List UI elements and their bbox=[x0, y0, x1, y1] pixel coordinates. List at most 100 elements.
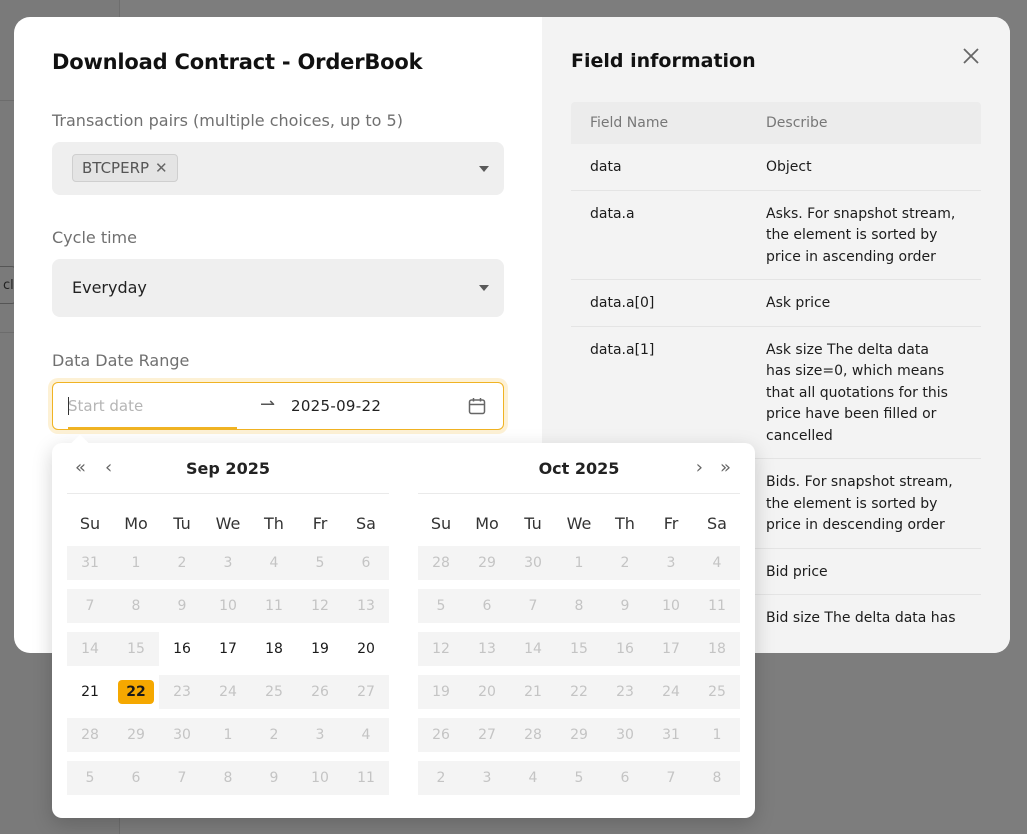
day-cell-disabled: 5 bbox=[574, 770, 584, 786]
close-icon[interactable] bbox=[962, 47, 980, 65]
week-row: 31 1 2 3 4 5 6 bbox=[67, 546, 389, 580]
weekday-label: Tu bbox=[173, 514, 191, 533]
day-cell-disabled: 10 bbox=[311, 770, 329, 786]
column-header-describe: Describe bbox=[766, 115, 828, 131]
next-month-icon[interactable]: › bbox=[696, 457, 703, 478]
day-cell-disabled: 3 bbox=[223, 555, 233, 571]
weekday-label: Mo bbox=[124, 514, 148, 533]
day-cell-disabled: 26 bbox=[311, 684, 329, 700]
day-cell-disabled: 19 bbox=[432, 684, 450, 700]
day-cell-disabled: 13 bbox=[478, 641, 496, 657]
weekday-label: Fr bbox=[312, 514, 328, 533]
day-cell-disabled: 3 bbox=[666, 555, 676, 571]
day-cell[interactable]: 18 bbox=[251, 632, 297, 666]
day-grid: 28 29 30 1 2 3 4 5 6 7 8 9 10 11 12 13 1… bbox=[418, 546, 740, 795]
field-name: data bbox=[590, 159, 622, 175]
day-cell[interactable]: 20 bbox=[343, 632, 389, 666]
week-row: 2 3 4 5 6 7 8 bbox=[418, 761, 740, 795]
day-cell-disabled: 25 bbox=[708, 684, 726, 700]
field-describe: Bid price bbox=[766, 563, 828, 580]
date-range-picker[interactable]: Start date ⇀ 2025-09-22 bbox=[52, 382, 504, 430]
day-cell-disabled: 18 bbox=[708, 641, 726, 657]
day-cell-disabled: 16 bbox=[616, 641, 634, 657]
cycle-label: Cycle time bbox=[52, 228, 137, 247]
weekday-label: Mo bbox=[475, 514, 499, 533]
weekday-label: Fr bbox=[663, 514, 679, 533]
day-cell-disabled: 27 bbox=[357, 684, 375, 700]
day-cell-disabled: 9 bbox=[177, 598, 187, 614]
day-cell-disabled: 24 bbox=[219, 684, 237, 700]
weekday-label: We bbox=[566, 514, 592, 533]
field-describe: Ask size The delta data has size=0, whic… bbox=[766, 341, 948, 444]
day-cell-disabled: 1 bbox=[574, 555, 584, 571]
field-describe: Ask price bbox=[766, 295, 831, 311]
pair-tag: BTCPERP ✕ bbox=[72, 154, 178, 182]
table-row: data Object bbox=[571, 144, 981, 191]
day-cell-disabled: 31 bbox=[662, 727, 680, 743]
month-header: « ‹ Sep 2025 bbox=[67, 443, 389, 494]
week-row: 12 13 14 15 16 17 18 bbox=[418, 632, 740, 666]
day-cell-disabled: 14 bbox=[81, 641, 99, 657]
pairs-select[interactable]: BTCPERP ✕ bbox=[52, 142, 504, 195]
column-header-field-name: Field Name bbox=[590, 115, 669, 131]
day-cell-disabled: 6 bbox=[482, 598, 492, 614]
day-cell-disabled: 7 bbox=[177, 770, 187, 786]
cycle-select[interactable]: Everyday bbox=[52, 259, 504, 317]
weekday-label: Sa bbox=[356, 514, 376, 533]
day-cell-disabled: 20 bbox=[478, 684, 496, 700]
pair-tag-label: BTCPERP bbox=[82, 159, 150, 177]
day-cell-disabled: 31 bbox=[81, 555, 99, 571]
range-arrow-icon: ⇀ bbox=[260, 394, 276, 415]
day-cell-disabled: 10 bbox=[219, 598, 237, 614]
day-cell-disabled: 7 bbox=[528, 598, 538, 614]
day-cell-disabled: 26 bbox=[432, 727, 450, 743]
day-cell-disabled: 27 bbox=[478, 727, 496, 743]
day-cell-disabled: 4 bbox=[712, 555, 722, 571]
day-cell[interactable]: 19 bbox=[297, 632, 343, 666]
field-describe: Bids. For snapshot stream, the element i… bbox=[766, 474, 953, 533]
day-cell-disabled: 17 bbox=[662, 641, 680, 657]
month-header: Oct 2025 › » bbox=[418, 443, 740, 494]
table-header: Field Name Describe bbox=[571, 102, 981, 144]
day-cell-disabled: 29 bbox=[478, 555, 496, 571]
next-year-icon[interactable]: » bbox=[720, 457, 731, 478]
day-cell[interactable]: 16 bbox=[159, 632, 205, 666]
day-cell-disabled: 30 bbox=[616, 727, 634, 743]
calendar-month-right: Oct 2025 › » Su Mo Tu We Th Fr Sa 28 29 … bbox=[418, 443, 740, 804]
weekday-label: Tu bbox=[524, 514, 542, 533]
day-cell-disabled: 5 bbox=[315, 555, 325, 571]
day-cell-disabled: 9 bbox=[269, 770, 279, 786]
day-cell-selected[interactable]: 22 bbox=[113, 675, 159, 709]
day-cell[interactable]: 21 bbox=[67, 675, 113, 709]
day-cell-disabled: 29 bbox=[127, 727, 145, 743]
table-row: data.a[0] Ask price bbox=[571, 280, 981, 327]
day-cell-disabled: 7 bbox=[666, 770, 676, 786]
calendar-icon[interactable] bbox=[467, 396, 487, 416]
end-date-input[interactable]: 2025-09-22 bbox=[291, 397, 381, 415]
field-describe: Object bbox=[766, 159, 812, 175]
week-row: 5 6 7 8 9 10 11 bbox=[418, 589, 740, 623]
field-name: data.a bbox=[590, 205, 635, 222]
week-row: 28 29 30 1 2 3 4 bbox=[67, 718, 389, 752]
week-row: 5 6 7 8 9 10 11 bbox=[67, 761, 389, 795]
day-cell-disabled: 23 bbox=[173, 684, 191, 700]
range-label: Data Date Range bbox=[52, 351, 190, 370]
start-date-input[interactable]: Start date bbox=[68, 397, 143, 415]
weekday-label: Sa bbox=[707, 514, 727, 533]
day-cell[interactable]: 17 bbox=[205, 632, 251, 666]
day-cell-disabled: 11 bbox=[708, 598, 726, 614]
day-cell-disabled: 29 bbox=[570, 727, 588, 743]
day-cell-disabled: 1 bbox=[223, 727, 233, 743]
day-cell-disabled: 8 bbox=[712, 770, 722, 786]
day-cell-disabled: 8 bbox=[131, 598, 141, 614]
day-cell-disabled: 2 bbox=[436, 770, 446, 786]
week-row: 7 8 9 10 11 12 13 bbox=[67, 589, 389, 623]
day-cell-disabled: 2 bbox=[177, 555, 187, 571]
week-row: 21 22 23 24 25 26 27 bbox=[67, 675, 389, 709]
day-cell-disabled: 8 bbox=[223, 770, 233, 786]
remove-tag-icon[interactable]: ✕ bbox=[155, 159, 168, 181]
weekday-row: Su Mo Tu We Th Fr Sa bbox=[67, 514, 389, 533]
day-cell-disabled: 4 bbox=[361, 727, 371, 743]
field-describe: Bid size The delta data has bbox=[766, 610, 956, 626]
day-cell-disabled: 15 bbox=[127, 641, 145, 657]
